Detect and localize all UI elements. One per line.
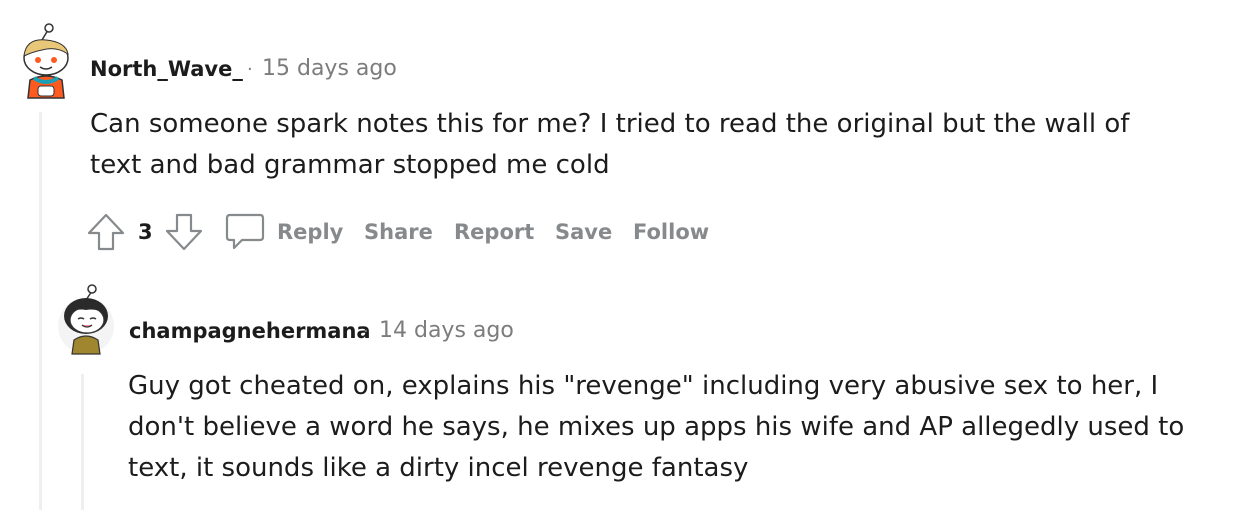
reply-button-icon[interactable] xyxy=(224,212,266,252)
follow-button[interactable]: Follow xyxy=(633,220,709,244)
save-button[interactable]: Save xyxy=(555,220,612,244)
meta-separator: · xyxy=(363,321,369,342)
upvote-button[interactable] xyxy=(86,212,126,252)
comment-body: Can someone spark notes this for me? I t… xyxy=(90,109,1130,180)
report-button[interactable]: Report xyxy=(454,220,534,244)
comment-timestamp[interactable]: 14 days ago xyxy=(379,318,514,343)
comment-body: Guy got cheated on, explains his "reveng… xyxy=(128,371,1185,483)
user-avatar[interactable] xyxy=(12,20,72,100)
comment-bubble-icon xyxy=(225,213,265,250)
thread-line-nested[interactable] xyxy=(81,374,84,510)
reply-button[interactable]: Reply xyxy=(277,220,343,244)
snoo-avatar-icon xyxy=(23,23,69,99)
downvote-button[interactable] xyxy=(164,212,204,252)
downvote-arrow-icon xyxy=(165,213,203,251)
thread-line[interactable] xyxy=(39,112,42,510)
comment-author[interactable]: North_Wave_ xyxy=(90,57,243,81)
meta-separator: · xyxy=(247,59,253,80)
snoo-avatar-icon xyxy=(58,284,114,355)
vote-count: 3 xyxy=(138,220,153,244)
user-avatar[interactable] xyxy=(56,282,116,360)
comment-timestamp[interactable]: 15 days ago xyxy=(262,56,397,81)
share-button[interactable]: Share xyxy=(364,220,433,244)
upvote-arrow-icon xyxy=(87,213,125,251)
comment-author[interactable]: champagnehermana xyxy=(129,319,371,343)
